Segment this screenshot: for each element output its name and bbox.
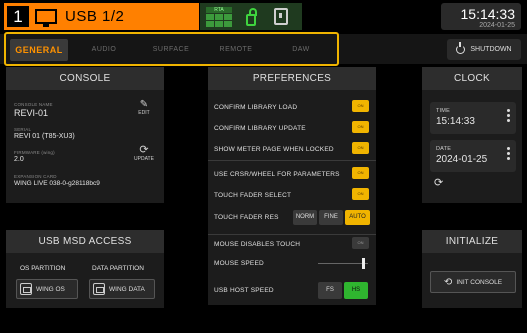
pref-mouse-disables-touch-label: MOUSE DISABLES TOUCH — [214, 241, 301, 248]
firmware-value: 2.0 — [14, 156, 24, 163]
shutdown-label: SHUTDOWN — [470, 46, 512, 53]
date-label: DATE — [436, 146, 452, 152]
fader-res-fine[interactable]: FINE — [319, 210, 343, 225]
tab-daw[interactable]: DAW — [270, 39, 332, 61]
channel-strip-header[interactable]: 1 USB 1/2 — [4, 3, 199, 30]
expansion-label: EXPANSION CARD — [14, 174, 57, 179]
mouse-speed-thumb[interactable] — [362, 258, 365, 269]
console-title: CONSOLE — [6, 67, 164, 90]
pref-confirm-library-load-toggle[interactable]: ON — [352, 100, 369, 112]
tab-remote[interactable]: REMOTE — [206, 39, 266, 61]
refresh-icon: ⟲ — [443, 276, 453, 288]
tab-general[interactable]: GENERAL — [10, 39, 68, 61]
serial-value: REVI 01 (T85-XU3) — [14, 133, 75, 140]
init-console-label: INIT CONSOLE — [456, 278, 503, 286]
serial-label: SERIAL — [14, 127, 32, 132]
wing-data-button[interactable]: WING DATA — [89, 279, 155, 299]
update-label: UPDATE — [134, 156, 154, 162]
rta-grid-icon[interactable]: RTA — [206, 6, 232, 27]
wing-data-label: WING DATA — [109, 285, 145, 293]
preferences-title: PREFERENCES — [208, 67, 376, 90]
pref-show-meter-toggle[interactable]: ON — [352, 142, 369, 154]
update-button[interactable]: ⟳ UPDATE — [132, 144, 156, 163]
os-partition-label: OS PARTITION — [20, 265, 66, 272]
pencil-icon: ✎ — [139, 99, 149, 110]
pref-confirm-library-update-toggle[interactable]: ON — [352, 121, 369, 133]
header-clock-date: 2024-01-25 — [479, 22, 515, 29]
channel-number: 1 — [7, 6, 29, 27]
top-bar: 1 USB 1/2 RTA 15:14:33 2024-01-25 — [0, 0, 527, 34]
edit-button[interactable]: ✎ EDIT — [136, 99, 152, 117]
divider — [208, 160, 376, 161]
time-menu-icon[interactable] — [505, 109, 511, 124]
power-icon — [456, 42, 466, 54]
clock-title: CLOCK — [422, 67, 522, 90]
pref-crsr-wheel-toggle[interactable]: ON — [352, 167, 369, 179]
pref-mouse-speed-label: MOUSE SPEED — [214, 260, 264, 267]
init-console-button[interactable]: ⟲ INIT CONSOLE — [430, 271, 516, 293]
time-sync-icon[interactable]: ⟳ — [434, 176, 443, 189]
preferences-panel — [208, 67, 376, 305]
date-value: 2024-01-25 — [436, 154, 488, 165]
time-value: 15:14:33 — [436, 116, 475, 127]
firmware-label: FIRMWARE (wing) — [14, 150, 55, 155]
usb-drive-icon — [20, 283, 32, 295]
usb-speed-fs[interactable]: FS — [318, 282, 342, 299]
console-name-label: CONSOLE NAME — [14, 102, 53, 107]
pref-touch-fader-res-label: TOUCH FADER RES — [214, 214, 279, 221]
time-label: TIME — [436, 108, 450, 114]
pref-confirm-library-update-label: CONFIRM LIBRARY UPDATE — [214, 125, 306, 132]
fader-res-auto[interactable]: AUTO — [345, 210, 370, 225]
channel-name: USB 1/2 — [65, 8, 125, 25]
divider — [208, 234, 376, 235]
pref-confirm-library-load-label: CONFIRM LIBRARY LOAD — [214, 104, 298, 111]
wing-os-button[interactable]: WING OS — [16, 279, 78, 299]
refresh-icon: ⟳ — [139, 144, 149, 156]
shutdown-button[interactable]: SHUTDOWN — [447, 39, 521, 60]
usb-msd-title: USB MSD ACCESS — [6, 230, 164, 253]
edit-label: EDIT — [138, 110, 150, 116]
sd-card-icon[interactable] — [274, 8, 288, 25]
console-name-value[interactable]: REVI-01 — [14, 108, 48, 118]
usb-speed-hs[interactable]: HS — [344, 282, 368, 299]
wing-os-label: WING OS — [36, 285, 65, 293]
tab-audio[interactable]: AUDIO — [75, 39, 133, 61]
pref-usb-host-speed-label: USB HOST SPEED — [214, 287, 274, 294]
pref-mouse-disables-touch-toggle[interactable]: ON — [352, 237, 369, 249]
pref-touch-fader-select-toggle[interactable]: ON — [352, 188, 369, 200]
rta-grid-label: RTA — [206, 6, 232, 13]
fader-res-norm[interactable]: NORM — [293, 210, 317, 225]
tab-surface[interactable]: SURFACE — [140, 39, 202, 61]
lock-icon[interactable] — [246, 7, 257, 26]
date-menu-icon[interactable] — [505, 147, 511, 162]
initialize-title: INITIALIZE — [422, 230, 522, 253]
pref-crsr-wheel-label: USE CRSR/WHEEL FOR PARAMETERS — [214, 171, 340, 178]
header-clock: 15:14:33 2024-01-25 — [441, 3, 521, 30]
mouse-speed-track[interactable] — [318, 263, 368, 264]
usb-drive-icon — [93, 283, 105, 295]
header-clock-time: 15:14:33 — [460, 6, 516, 22]
data-partition-label: DATA PARTITION — [92, 265, 144, 272]
pref-show-meter-label: SHOW METER PAGE WHEN LOCKED — [214, 146, 334, 153]
pref-touch-fader-select-label: TOUCH FADER SELECT — [214, 192, 292, 199]
expansion-value: WING LIVE 038-0-g28118bc9 — [14, 180, 100, 187]
monitor-icon — [35, 9, 57, 27]
status-block: RTA — [200, 3, 302, 30]
